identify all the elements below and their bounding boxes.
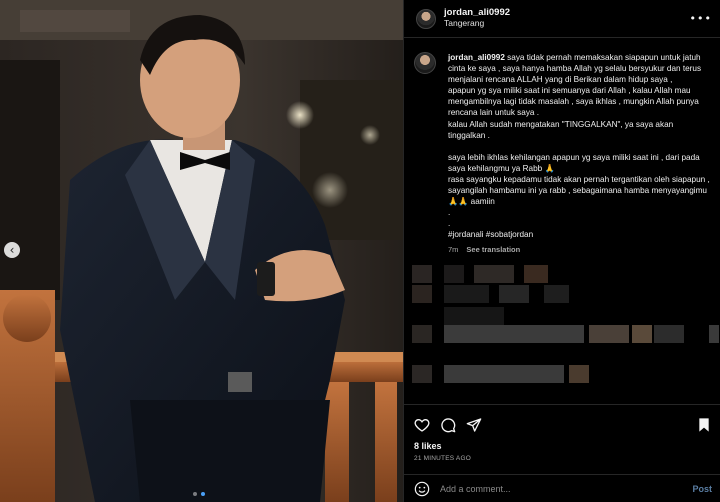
bookmark-icon[interactable] — [696, 417, 712, 433]
comments-section: jordan_ali0992 saya tidak pernah memaksa… — [404, 44, 720, 384]
caption-line-5: rasa sayangku kepadamu tidak akan pernah… — [448, 174, 710, 207]
caption-line-7: . — [448, 219, 451, 229]
post-photo: ‹ — [0, 0, 403, 502]
blurred-comments — [404, 263, 720, 384]
send-icon[interactable] — [466, 417, 482, 433]
add-comment-bar: Post — [404, 474, 720, 502]
comment-input[interactable] — [440, 483, 693, 494]
see-translation-link[interactable]: See translation — [466, 245, 520, 254]
heart-icon[interactable] — [414, 417, 430, 433]
caption-line-6: . — [448, 208, 451, 218]
caption-hashtags[interactable]: #jordanali #sobatjordan — [448, 229, 710, 240]
post-side-panel: jordan_ali0992 Tangerang ••• jordan_ali0… — [403, 0, 720, 502]
action-bar — [404, 404, 720, 440]
likes-count[interactable]: 8 likes — [414, 441, 442, 451]
caption-row: jordan_ali0992 saya tidak pernah memaksa… — [404, 44, 720, 255]
carousel-prev-button[interactable]: ‹ — [4, 242, 20, 258]
caption-username[interactable]: jordan_ali0992 — [448, 53, 505, 62]
photo-illustration — [0, 0, 403, 502]
caption-line-4: saya lebih ikhlas kehilangan apapun yg s… — [448, 152, 700, 173]
carousel-dots — [193, 492, 205, 496]
caption-meta: 7m See translation — [448, 244, 710, 255]
carousel-dot — [193, 492, 197, 496]
more-horizontal-icon[interactable]: ••• — [690, 12, 712, 25]
emoji-icon[interactable] — [414, 481, 430, 497]
comment-icon[interactable] — [440, 417, 456, 433]
post-timestamp: 21 MINUTES AGO — [414, 455, 471, 462]
caption-line-2: apapun yg sya miliki saat ini semuanya d… — [448, 86, 699, 118]
post-header: jordan_ali0992 Tangerang ••• — [404, 0, 720, 38]
caption-age: 7m — [448, 244, 459, 254]
header-location[interactable]: Tangerang — [444, 18, 510, 29]
post-comment-button[interactable]: Post — [692, 484, 712, 494]
caption-line-3: kalau Allah sudah mengatakan "TINGGALKAN… — [448, 119, 674, 140]
carousel-dot-active — [201, 492, 205, 496]
caption-avatar[interactable] — [414, 52, 436, 74]
avatar[interactable] — [416, 8, 436, 29]
caption: jordan_ali0992 saya tidak pernah memaksa… — [448, 52, 710, 255]
